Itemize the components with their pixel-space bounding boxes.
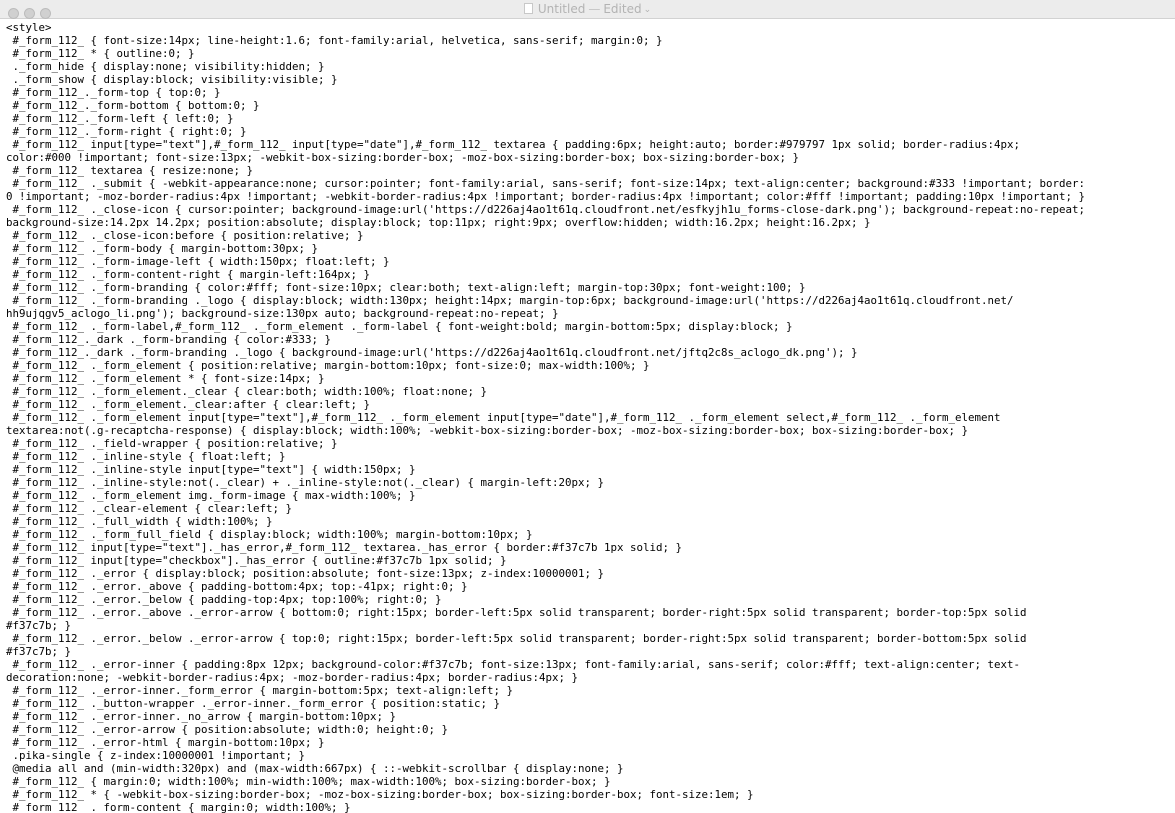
code-line: #_form_112_ input[type="text"],#_form_11… [6, 138, 1021, 151]
code-line: #_form_112_ * { -webkit-box-sizing:borde… [6, 788, 754, 801]
code-line: #_form_112_ ._form_element * { font-size… [6, 372, 325, 385]
code-line: #_form_112_ ._full_width { width:100%; } [6, 515, 273, 528]
code-line: hh9ujqgv5_aclogo_li.png'); background-si… [6, 307, 559, 320]
title-separator: — [588, 2, 601, 16]
code-line: #_form_112_ ._submit { -webkit-appearanc… [6, 177, 1086, 190]
code-line: #_form_112_ ._form-content { margin:0; w… [6, 801, 351, 813]
code-line: #_form_112_ ._error-inner._no_arrow { ma… [6, 710, 397, 723]
code-line: #_form_112_ ._form-branding { color:#fff… [6, 281, 806, 294]
code-line: #_form_112_._dark ._form-branding ._logo… [6, 346, 858, 359]
document-status: Edited [603, 2, 642, 16]
code-line: background-size:14.2px 14.2px; position:… [6, 216, 871, 229]
code-line: #_form_112_ ._clear-element { clear:left… [6, 502, 293, 515]
code-line: #_form_112_ ._form-content-right { margi… [6, 268, 371, 281]
text-editor-window: Untitled — Edited ⌄ <style> #_form_112_ { f… [0, 0, 1175, 813]
window-title-group[interactable]: Untitled — Edited ⌄ [0, 0, 1175, 19]
window-title: Untitled [537, 2, 586, 16]
code-line: color:#000 !important; font-size:13px; -… [6, 151, 800, 164]
code-line: #_form_112_ ._inline-style input[type="t… [6, 463, 416, 476]
code-line: #_form_112_ ._error-arrow { position:abs… [6, 723, 449, 736]
code-line: #_form_112_ { margin:0; width:100%; min-… [6, 775, 611, 788]
code-line: ._form_show { display:block; visibility:… [6, 73, 338, 86]
title-bar[interactable]: Untitled — Edited ⌄ [0, 0, 1175, 19]
code-line: #_form_112_ ._close-icon:before { positi… [6, 229, 364, 242]
code-line: #_form_112_ * { outline:0; } [6, 47, 195, 60]
code-line: ._form_hide { display:none; visibility:h… [6, 60, 325, 73]
code-line: #_form_112_ ._form_element input[type="t… [6, 411, 1001, 424]
code-line: #_form_112_ ._inline-style:not(._clear) … [6, 476, 605, 489]
code-line: #f37c7b; } [6, 645, 72, 658]
code-line: #_form_112_ ._form-body { margin-bottom:… [6, 242, 319, 255]
document-icon [523, 3, 533, 14]
code-line: #_form_112_._form-top { top:0; } [6, 86, 221, 99]
code-line: #_form_112_ ._form_element { position:re… [6, 359, 650, 372]
code-line: #_form_112_ ._error-inner._form_error { … [6, 684, 514, 697]
code-line: #_form_112_ textarea { resize:none; } [6, 164, 254, 177]
code-line: decoration:none; -webkit-border-radius:4… [6, 671, 579, 684]
code-line: 0 !important; -moz-border-radius:4px !im… [6, 190, 1086, 203]
code-line: #_form_112_ input[type="text"]._has_erro… [6, 541, 683, 554]
code-line: #_form_112_ ._error-html { margin-bottom… [6, 736, 325, 749]
code-line: #_form_112_ input[type="checkbox"]._has_… [6, 554, 507, 567]
code-line: #_form_112_._form-right { right:0; } [6, 125, 247, 138]
code-line: #_form_112_ ._form-image-left { width:15… [6, 255, 390, 268]
code-line: #_form_112_ ._error._above ._error-arrow… [6, 606, 1027, 619]
code-line: <style> [6, 21, 52, 34]
code-line: #_form_112_ ._form_element._clear { clea… [6, 385, 488, 398]
code-line: #_form_112_ { font-size:14px; line-heigh… [6, 34, 663, 47]
document-text-area[interactable]: <style> #_form_112_ { font-size:14px; li… [0, 19, 1175, 813]
chevron-down-icon[interactable]: ⌄ [644, 1, 652, 20]
code-line: #f37c7b; } [6, 619, 72, 632]
code-line: textarea:not(.g-recaptcha-response) { di… [6, 424, 969, 437]
code-line: #_form_112_ ._field-wrapper { position:r… [6, 437, 338, 450]
code-line: #_form_112_ ._error._below { padding-top… [6, 593, 442, 606]
code-line: #_form_112_._form-bottom { bottom:0; } [6, 99, 260, 112]
code-line: #_form_112_ ._close-icon { cursor:pointe… [6, 203, 1086, 216]
code-line: #_form_112_ ._error._below ._error-arrow… [6, 632, 1027, 645]
code-line: #_form_112_ ._form_element._clear:after … [6, 398, 371, 411]
code-line: #_form_112_._dark ._form-branding { colo… [6, 333, 332, 346]
code-line: #_form_112_ ._form_full_field { display:… [6, 528, 533, 541]
code-line: #_form_112_ ._inline-style { float:left;… [6, 450, 286, 463]
code-line: #_form_112_ ._error._above { padding-bot… [6, 580, 468, 593]
code-line: #_form_112_ ._form-branding ._logo { dis… [6, 294, 1014, 307]
code-line: #_form_112_ ._form_element img._form-ima… [6, 489, 416, 502]
code-line: @media all and (min-width:320px) and (ma… [6, 762, 624, 775]
code-line: .pika-single { z-index:10000001 !importa… [6, 749, 306, 762]
code-line: #_form_112_ ._form-label,#_form_112_ ._f… [6, 320, 793, 333]
code-line: #_form_112_._form-left { left:0; } [6, 112, 234, 125]
code-line: #_form_112_ ._error { display:block; pos… [6, 567, 605, 580]
code-line: #_form_112_ ._button-wrapper ._error-inn… [6, 697, 501, 710]
code-line: #_form_112_ ._error-inner { padding:8px … [6, 658, 1021, 671]
